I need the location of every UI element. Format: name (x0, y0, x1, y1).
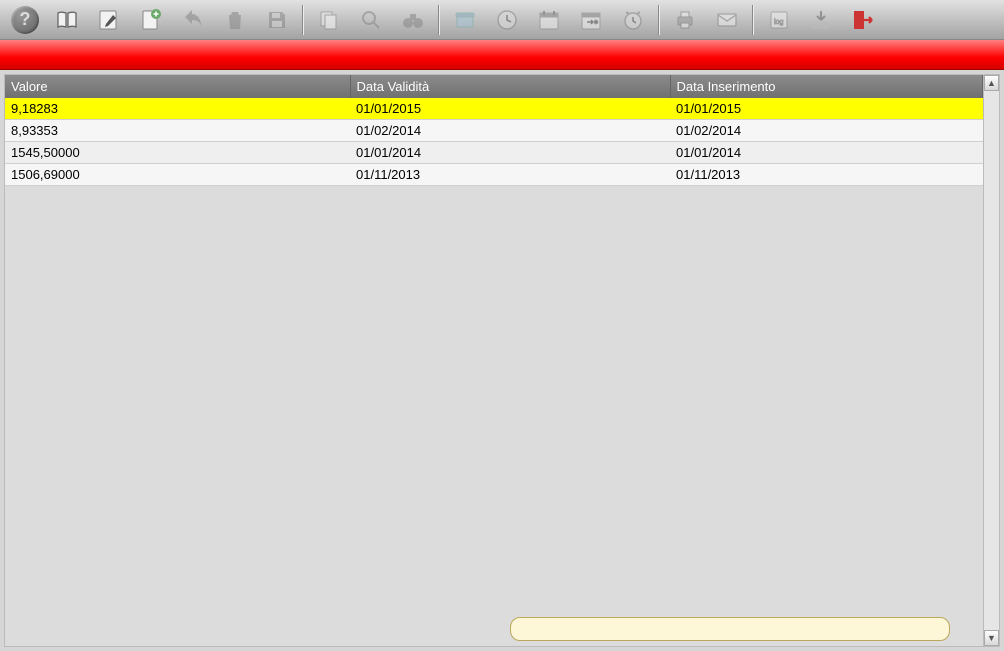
alarm-button[interactable] (614, 4, 652, 36)
log-icon: log (767, 8, 791, 32)
scroll-up-button[interactable]: ▲ (984, 75, 999, 91)
search-button[interactable] (352, 4, 390, 36)
undo-button[interactable] (174, 4, 212, 36)
calendar-arrow-icon (579, 8, 603, 32)
trash-icon (223, 8, 247, 32)
cell-validita: 01/02/2014 (350, 120, 670, 142)
help-icon: ? (11, 6, 39, 34)
log-button[interactable]: log (760, 4, 798, 36)
cell-inserimento: 01/02/2014 (670, 120, 983, 142)
main-toolbar: ? (0, 0, 1004, 40)
exit-icon (851, 8, 875, 32)
search-icon (359, 8, 383, 32)
copy-button[interactable] (310, 4, 348, 36)
undo-icon (181, 8, 205, 32)
col-header-inserimento[interactable]: Data Inserimento (670, 75, 983, 98)
mail-icon (715, 8, 739, 32)
cell-inserimento: 01/01/2015 (670, 98, 983, 120)
col-header-validita[interactable]: Data Validità (350, 75, 670, 98)
book-icon (55, 8, 79, 32)
svg-text:log: log (774, 19, 783, 26)
delete-button[interactable] (216, 4, 254, 36)
cell-validita: 01/01/2015 (350, 98, 670, 120)
edit-button[interactable] (90, 4, 128, 36)
clock-icon (495, 8, 519, 32)
history-button[interactable] (488, 4, 526, 36)
cell-valore: 8,93353 (5, 120, 350, 142)
toolbar-separator (302, 5, 304, 35)
cell-validita: 01/01/2014 (350, 142, 670, 164)
cell-valore: 1545,50000 (5, 142, 350, 164)
mail-button[interactable] (708, 4, 746, 36)
save-icon (265, 8, 289, 32)
download-button[interactable] (802, 4, 840, 36)
table-row[interactable]: 8,9335301/02/201401/02/2014 (5, 120, 983, 142)
cell-inserimento: 01/01/2014 (670, 142, 983, 164)
new-doc-button[interactable] (132, 4, 170, 36)
status-input[interactable] (510, 617, 950, 641)
col-header-valore[interactable]: Valore (5, 75, 350, 98)
table-row[interactable]: 1506,6900001/11/201301/11/2013 (5, 164, 983, 186)
calendar-icon (537, 8, 561, 32)
calendar-button[interactable] (530, 4, 568, 36)
find-button[interactable] (394, 4, 432, 36)
cell-inserimento: 01/11/2013 (670, 164, 983, 186)
save-button[interactable] (258, 4, 296, 36)
table-row[interactable]: 1545,5000001/01/201401/01/2014 (5, 142, 983, 164)
content-area: Valore Data Validità Data Inserimento 9,… (0, 70, 1004, 651)
cell-valore: 9,18283 (5, 98, 350, 120)
book-button[interactable] (48, 4, 86, 36)
binoculars-icon (401, 8, 425, 32)
alert-bar (0, 40, 1004, 70)
data-table-wrap: Valore Data Validità Data Inserimento 9,… (4, 74, 984, 647)
calendar-go-button[interactable] (572, 4, 610, 36)
toolbar-separator (752, 5, 754, 35)
table-header-row: Valore Data Validità Data Inserimento (5, 75, 983, 98)
new-doc-icon (139, 8, 163, 32)
exit-button[interactable] (844, 4, 882, 36)
print-icon (673, 8, 697, 32)
scroll-down-button[interactable]: ▼ (984, 630, 999, 646)
print-button[interactable] (666, 4, 704, 36)
copy-icon (317, 8, 341, 32)
table-row[interactable]: 9,1828301/01/201501/01/2015 (5, 98, 983, 120)
alarm-icon (621, 8, 645, 32)
download-icon (809, 8, 833, 32)
data-table: Valore Data Validità Data Inserimento 9,… (5, 75, 983, 186)
scroll-track[interactable] (984, 91, 999, 630)
toolbar-separator (438, 5, 440, 35)
vertical-scrollbar[interactable]: ▲ ▼ (984, 74, 1000, 647)
cell-valore: 1506,69000 (5, 164, 350, 186)
archive-button[interactable] (446, 4, 484, 36)
toolbar-separator (658, 5, 660, 35)
cell-validita: 01/11/2013 (350, 164, 670, 186)
archive-icon (453, 8, 477, 32)
pencil-icon (97, 8, 121, 32)
help-button[interactable]: ? (6, 4, 44, 36)
